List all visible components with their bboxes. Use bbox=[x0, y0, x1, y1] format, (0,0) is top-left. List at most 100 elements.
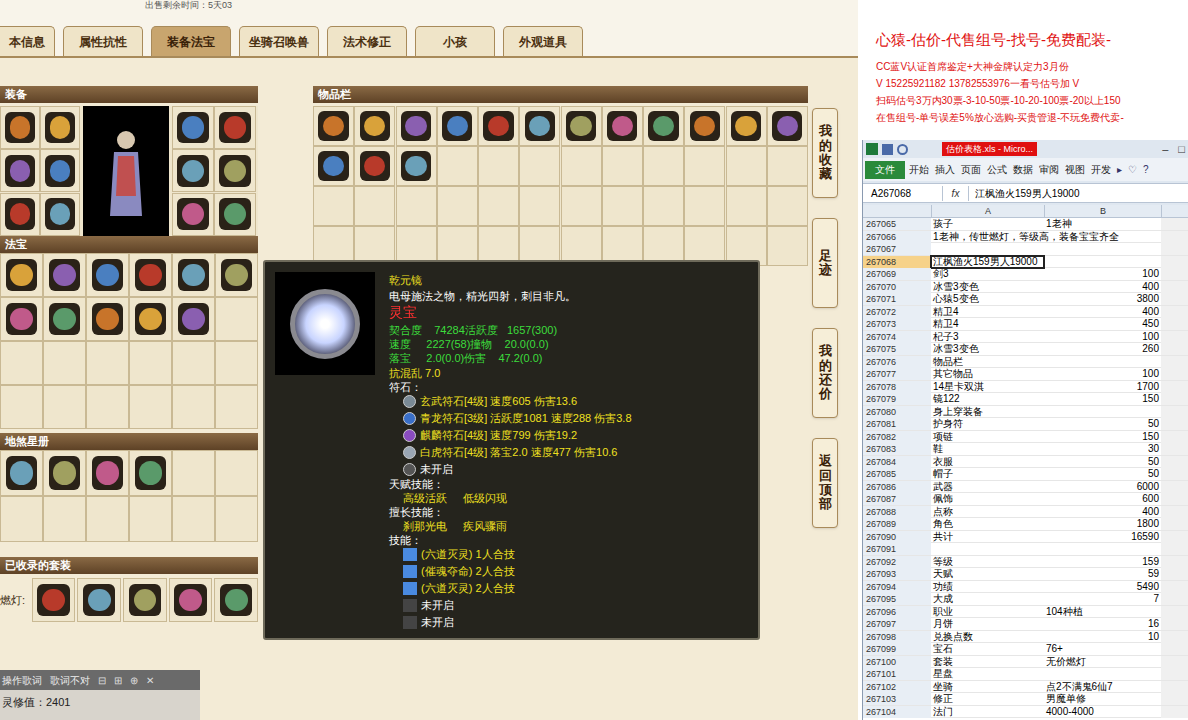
item-slot[interactable] bbox=[214, 193, 256, 236]
cell-b[interactable]: 150 bbox=[1044, 393, 1161, 405]
cell-b[interactable]: 260 bbox=[1044, 343, 1161, 355]
save-icon[interactable] bbox=[882, 144, 893, 155]
item-slot[interactable] bbox=[172, 253, 215, 297]
cell-b[interactable]: 16590 bbox=[1044, 531, 1161, 543]
item-slot[interactable] bbox=[0, 149, 40, 192]
item-slot[interactable] bbox=[0, 106, 40, 149]
item-slot[interactable] bbox=[561, 106, 602, 146]
item-slot[interactable] bbox=[123, 578, 167, 622]
cell-a[interactable]: 杞子3 bbox=[931, 331, 1044, 343]
cell-a[interactable]: 1老神，传世燃灯，等级高，装备宝宝齐全 bbox=[931, 231, 1044, 243]
cell-b[interactable]: 5490 bbox=[1044, 581, 1161, 593]
item-slot[interactable] bbox=[172, 297, 215, 341]
cell-a[interactable]: 心猿5变色 bbox=[931, 293, 1044, 305]
item-slot[interactable] bbox=[313, 106, 354, 146]
sheet-row[interactable]: 267086武器6000 bbox=[863, 481, 1188, 494]
item-slot[interactable] bbox=[86, 450, 129, 496]
cell-b[interactable]: 1老神 bbox=[1044, 218, 1161, 230]
cell-b[interactable] bbox=[1044, 243, 1161, 255]
item-slot[interactable] bbox=[172, 193, 214, 236]
cell-b[interactable]: 无价燃灯 bbox=[1044, 656, 1161, 668]
sheet-row[interactable]: 267077其它物品100 bbox=[863, 368, 1188, 381]
ribbon-tab[interactable]: 视图 bbox=[1063, 161, 1087, 179]
cell-a[interactable]: 兑换点数 bbox=[931, 631, 1044, 643]
cell-a[interactable]: 共计 bbox=[931, 531, 1044, 543]
side-button[interactable]: 足迹 bbox=[812, 218, 838, 308]
ribbon-glyph[interactable]: ♡ bbox=[1126, 162, 1139, 177]
cell-b[interactable]: 400 bbox=[1044, 281, 1161, 293]
ribbon-glyph[interactable]: ? bbox=[1141, 162, 1151, 177]
item-slot[interactable] bbox=[172, 106, 214, 149]
sheet-row[interactable]: 267079镜122150 bbox=[863, 393, 1188, 406]
cell-b[interactable]: 59 bbox=[1044, 568, 1161, 580]
item-slot[interactable] bbox=[354, 146, 395, 186]
item-slot[interactable] bbox=[40, 149, 80, 192]
cell-b[interactable]: 16 bbox=[1044, 618, 1161, 630]
cell-a[interactable]: 职业 bbox=[931, 606, 1044, 618]
cell-b[interactable]: 159 bbox=[1044, 556, 1161, 568]
item-slot[interactable] bbox=[396, 106, 437, 146]
sheet-row[interactable]: 267098兑换点数10 bbox=[863, 631, 1188, 644]
item-slot[interactable] bbox=[169, 578, 213, 622]
item-slot[interactable] bbox=[40, 106, 80, 149]
cell-a[interactable] bbox=[931, 243, 1044, 255]
side-button[interactable]: 我的收藏 bbox=[812, 108, 838, 198]
cell-b[interactable] bbox=[1044, 406, 1161, 418]
undo-icon[interactable] bbox=[897, 144, 908, 155]
cell-b[interactable] bbox=[1044, 256, 1161, 268]
sheet-row[interactable]: 267097月饼16 bbox=[863, 618, 1188, 631]
item-slot[interactable] bbox=[519, 106, 560, 146]
cell-a[interactable]: 点称 bbox=[931, 506, 1044, 518]
cell-a[interactable]: 月饼 bbox=[931, 618, 1044, 630]
cell-b[interactable]: 400 bbox=[1044, 306, 1161, 318]
tab[interactable]: 装备法宝 bbox=[151, 26, 231, 56]
player-glyph[interactable]: ⊟ bbox=[98, 673, 106, 688]
player-button[interactable]: 操作歌词 bbox=[2, 673, 42, 688]
item-slot[interactable] bbox=[684, 106, 725, 146]
player-glyph[interactable]: ✕ bbox=[146, 673, 154, 688]
item-slot[interactable] bbox=[602, 106, 643, 146]
cell-b[interactable] bbox=[1044, 356, 1161, 368]
player-button[interactable]: 歌词不对 bbox=[50, 673, 90, 688]
cell-a[interactable]: 星盘 bbox=[931, 668, 1044, 680]
item-slot[interactable] bbox=[214, 149, 256, 192]
formula-text[interactable]: 江枫渔火159男人19000 bbox=[969, 186, 1080, 201]
item-slot[interactable] bbox=[726, 106, 767, 146]
cell-b[interactable]: 50 bbox=[1044, 456, 1161, 468]
tab[interactable]: 属性抗性 bbox=[63, 26, 143, 56]
tab[interactable]: 小孩 bbox=[415, 26, 495, 56]
sheet-row[interactable]: 267103修正男魔单修 bbox=[863, 693, 1188, 706]
ribbon-glyph[interactable]: ▸ bbox=[1115, 162, 1124, 177]
cell-b[interactable]: 100 bbox=[1044, 368, 1161, 380]
cell-a[interactable]: 孩子 bbox=[931, 218, 1044, 230]
sheet-row[interactable]: 267069剑3100 bbox=[863, 268, 1188, 281]
sheet-row[interactable]: 267072精卫4400 bbox=[863, 306, 1188, 319]
cell-b[interactable] bbox=[1044, 543, 1161, 555]
cell-a[interactable]: 天赋 bbox=[931, 568, 1044, 580]
item-slot[interactable] bbox=[43, 297, 86, 341]
cell-b[interactable]: 点2不满鬼6仙7 bbox=[1044, 681, 1161, 693]
item-slot[interactable] bbox=[478, 106, 519, 146]
ribbon-tab[interactable]: 审阅 bbox=[1037, 161, 1061, 179]
cell-a[interactable]: 佩饰 bbox=[931, 493, 1044, 505]
cell-a[interactable]: 剑3 bbox=[931, 268, 1044, 280]
ribbon-tab[interactable]: 插入 bbox=[933, 161, 957, 179]
cell-b[interactable]: 150 bbox=[1044, 431, 1161, 443]
sheet-row[interactable]: 267094功绩5490 bbox=[863, 581, 1188, 594]
item-slot[interactable] bbox=[77, 578, 121, 622]
ribbon-tab[interactable]: 开发 bbox=[1089, 161, 1113, 179]
cell-a[interactable]: 武器 bbox=[931, 481, 1044, 493]
cell-a[interactable]: 宝石 bbox=[931, 643, 1044, 655]
item-slot[interactable] bbox=[0, 297, 43, 341]
cell-a[interactable]: 其它物品 bbox=[931, 368, 1044, 380]
window-button[interactable]: □ bbox=[1178, 141, 1185, 158]
sheet-row[interactable]: 267104法门4000-4000 bbox=[863, 706, 1188, 719]
ribbon-tab[interactable]: 数据 bbox=[1011, 161, 1035, 179]
cell-b[interactable]: 1800 bbox=[1044, 518, 1161, 530]
item-slot[interactable] bbox=[172, 149, 214, 192]
cell-b[interactable]: 10 bbox=[1044, 631, 1161, 643]
cell-a[interactable]: 镜122 bbox=[931, 393, 1044, 405]
item-slot[interactable] bbox=[129, 450, 172, 496]
ribbon-tab[interactable]: 页面 bbox=[959, 161, 983, 179]
cell-b[interactable]: 30 bbox=[1044, 443, 1161, 455]
